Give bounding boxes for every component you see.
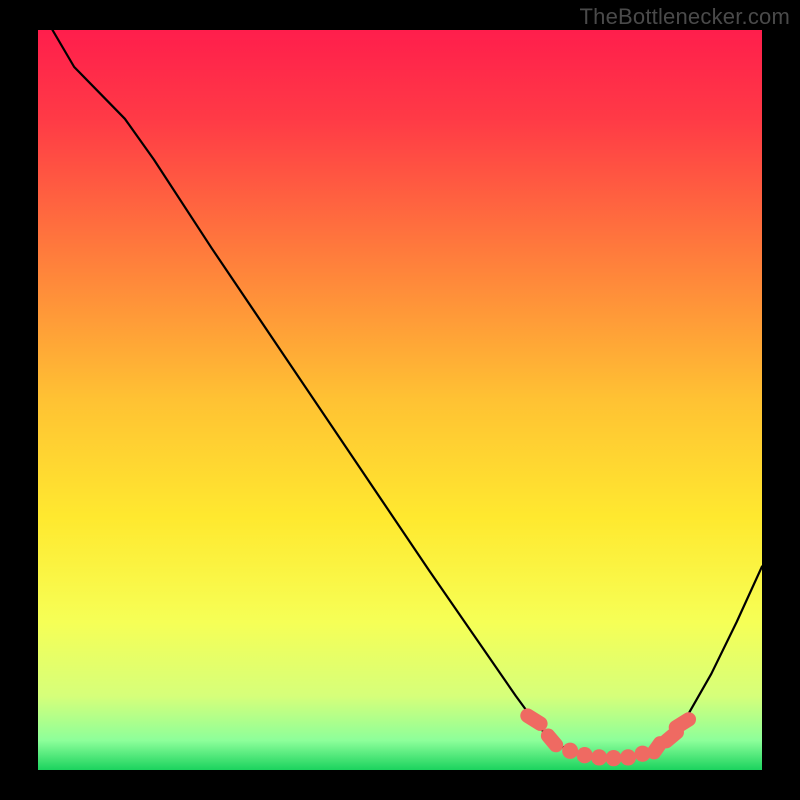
curve-marker <box>591 749 607 765</box>
watermark-text: TheBottlenecker.com <box>580 4 790 30</box>
gradient-background <box>38 30 762 770</box>
plot-area <box>38 30 762 770</box>
chart-stage: TheBottlenecker.com <box>0 0 800 800</box>
plot-svg <box>38 30 762 770</box>
curve-marker <box>620 749 636 765</box>
curve-marker <box>577 747 593 763</box>
curve-marker <box>606 750 622 766</box>
curve-marker <box>562 743 578 759</box>
